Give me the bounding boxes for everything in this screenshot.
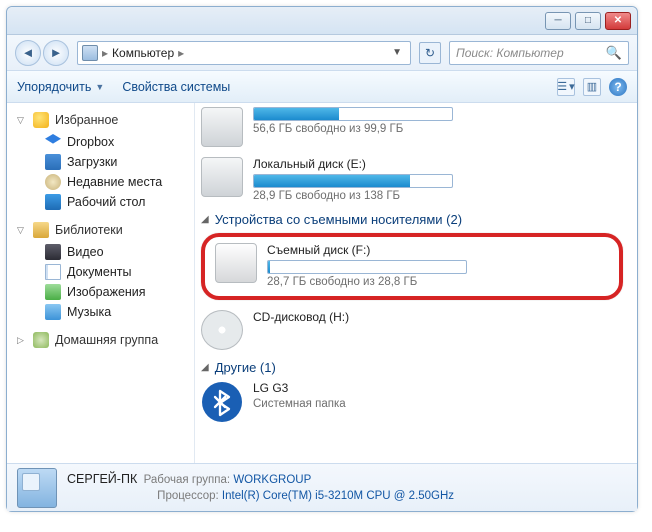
pc-name-label: СЕРГЕЙ-ПК <box>67 472 137 486</box>
drive-item-e[interactable]: Локальный диск (E:) 28,9 ГБ свободно из … <box>201 157 627 202</box>
drive-free-text: 28,7 ГБ свободно из 28,8 ГБ <box>267 276 609 288</box>
sidebar-item-dropbox[interactable]: Dropbox <box>45 132 194 152</box>
breadcrumb-root: Компьютер <box>112 46 174 60</box>
navigation-row: ◄ ► ▸ Компьютер ▸ ▼ ↻ Поиск: Компьютер 🔍 <box>7 35 637 71</box>
group-removable-devices[interactable]: ◢ Устройства со съемными носителями (2) <box>201 212 627 227</box>
sidebar-libraries[interactable]: ▽ Библиотеки <box>17 222 194 238</box>
titlebar: ─ □ ✕ <box>7 7 637 35</box>
help-button[interactable]: ? <box>609 78 627 96</box>
drive-name-label: Локальный диск (E:) <box>253 157 627 171</box>
image-icon <box>45 284 61 300</box>
search-icon: 🔍 <box>606 45 622 61</box>
drive-item-cd[interactable]: CD-дисковод (H:) <box>201 310 627 350</box>
computer-icon <box>82 45 98 61</box>
chevron-down-icon: ◢ <box>201 362 209 373</box>
search-input[interactable]: Поиск: Компьютер 🔍 <box>449 41 629 65</box>
back-button[interactable]: ◄ <box>15 40 41 66</box>
libraries-icon <box>33 222 49 238</box>
homegroup-icon <box>33 332 49 348</box>
explorer-window: ─ □ ✕ ◄ ► ▸ Компьютер ▸ ▼ ↻ Поиск: Компь… <box>6 6 638 512</box>
desktop-icon <box>45 194 61 210</box>
star-icon <box>33 112 49 128</box>
preview-pane-button[interactable]: ▥ <box>583 78 601 96</box>
drive-name-label: Съемный диск (F:) <box>267 243 609 257</box>
removable-drive-icon <box>215 243 257 283</box>
sidebar-homegroup[interactable]: ▷ Домашняя группа <box>17 332 194 348</box>
sidebar-favorites[interactable]: ▽ Избранное <box>17 112 194 128</box>
device-name-label: LG G3 <box>253 381 627 395</box>
group-other[interactable]: ◢ Другие (1) <box>201 360 627 375</box>
forward-button[interactable]: ► <box>43 40 69 66</box>
details-pane: СЕРГЕЙ-ПК Рабочая группа: WORKGROUP СЕРГ… <box>7 463 637 511</box>
sidebar-item-downloads[interactable]: Загрузки <box>45 152 194 172</box>
usage-bar <box>267 260 467 274</box>
chevron-down-icon: ▽ <box>17 115 27 126</box>
bluetooth-icon <box>201 381 243 423</box>
chevron-down-icon: ▽ <box>17 225 27 236</box>
highlight-annotation: Съемный диск (F:) 28,7 ГБ свободно из 28… <box>201 233 623 300</box>
chevron-down-icon: ◢ <box>201 214 209 225</box>
device-desc-label: Системная папка <box>253 398 627 410</box>
sidebar-item-music[interactable]: Музыка <box>45 302 194 322</box>
content-pane: 56,6 ГБ свободно из 99,9 ГБ Локальный ди… <box>195 103 637 463</box>
cd-drive-icon <box>201 310 243 350</box>
document-icon <box>45 264 61 280</box>
drive-item-f[interactable]: Съемный диск (F:) 28,7 ГБ свободно из 28… <box>215 243 609 288</box>
drive-icon <box>201 157 243 197</box>
sidebar-item-videos[interactable]: Видео <box>45 242 194 262</box>
dropbox-icon <box>45 134 61 150</box>
address-bar[interactable]: ▸ Компьютер ▸ ▼ <box>77 41 411 65</box>
sidebar-item-documents[interactable]: Документы <box>45 262 194 282</box>
computer-icon <box>17 468 57 508</box>
usage-bar <box>253 107 453 121</box>
recent-icon <box>45 174 61 190</box>
refresh-button[interactable]: ↻ <box>419 42 441 64</box>
view-button[interactable]: ☰▾ <box>557 78 575 96</box>
video-icon <box>45 244 61 260</box>
navigation-pane: ▽ Избранное Dropbox Загрузки Недавние ме… <box>7 103 195 463</box>
maximize-button[interactable]: □ <box>575 12 601 30</box>
drive-name-label: CD-дисковод (H:) <box>253 310 627 324</box>
downloads-icon <box>45 154 61 170</box>
search-placeholder: Поиск: Компьютер <box>456 46 564 60</box>
drive-icon <box>201 107 243 147</box>
close-button[interactable]: ✕ <box>605 12 631 30</box>
organize-menu[interactable]: Упорядочить▼ <box>17 80 104 94</box>
usage-bar <box>253 174 453 188</box>
device-item-bluetooth[interactable]: LG G3 Системная папка <box>201 381 627 423</box>
sidebar-item-pictures[interactable]: Изображения <box>45 282 194 302</box>
toolbar: Упорядочить▼ Свойства системы ☰▾ ▥ ? <box>7 71 637 103</box>
drive-free-text: 56,6 ГБ свободно из 99,9 ГБ <box>253 123 627 135</box>
chevron-right-icon: ▷ <box>17 335 27 346</box>
sidebar-item-desktop[interactable]: Рабочий стол <box>45 192 194 212</box>
minimize-button[interactable]: ─ <box>545 12 571 30</box>
drive-free-text: 28,9 ГБ свободно из 138 ГБ <box>253 190 627 202</box>
music-icon <box>45 304 61 320</box>
sidebar-item-recent[interactable]: Недавние места <box>45 172 194 192</box>
address-dropdown-icon[interactable]: ▼ <box>388 47 406 58</box>
system-properties-button[interactable]: Свойства системы <box>122 80 230 94</box>
